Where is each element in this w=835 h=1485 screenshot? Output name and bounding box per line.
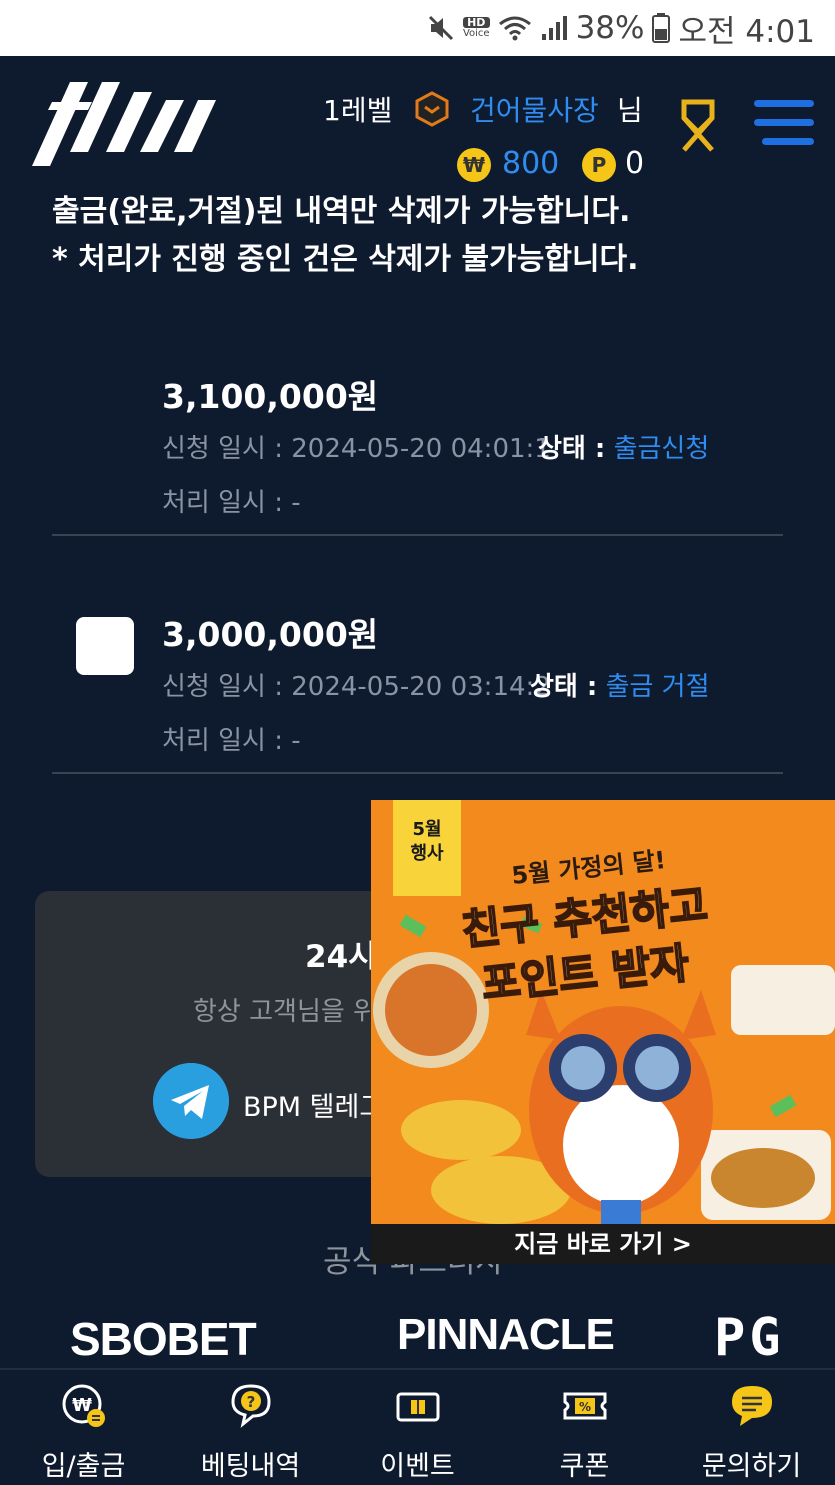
status-value: 출금 거절	[605, 672, 710, 702]
clock: 오전 4:01	[678, 13, 815, 50]
menu-line	[754, 119, 814, 126]
record-status: 상태 : 출금신청	[538, 428, 709, 465]
deposit-withdraw-icon: ₩	[62, 1384, 105, 1427]
nav-deposit-withdraw[interactable]: ₩ 입/출금	[0, 1370, 167, 1485]
point-balance: 0	[625, 146, 645, 181]
nav-inquiry[interactable]: 문의하기	[668, 1370, 835, 1485]
support-subtitle: 항상 고객님을 위	[193, 997, 377, 1027]
record-divider	[52, 772, 783, 774]
support-title: 24시	[305, 939, 377, 975]
sbobet-logo: SBOBET	[70, 1313, 257, 1365]
notice-delete-rule: 출금(완료,거절)된 내역만 삭제가 가능합니다.	[52, 194, 631, 229]
status-value: 출금신청	[613, 434, 710, 464]
status-label: 상태 :	[538, 434, 606, 464]
telegram-icon[interactable]	[153, 1063, 229, 1139]
coupon-icon: %	[563, 1392, 607, 1420]
svg-text:%: %	[579, 1400, 591, 1414]
wifi-icon	[498, 16, 531, 41]
honorific: 님	[617, 94, 643, 127]
event-gift-icon	[396, 1392, 440, 1422]
status-icons: HD Voice 38% 오전 4:01	[427, 8, 815, 50]
nav-label: 입/출금	[41, 1451, 126, 1482]
ad-cta-bar[interactable]: 지금 바로 가기 >	[371, 1224, 835, 1264]
hd-label: HD	[462, 17, 490, 28]
voice-label: Voice	[462, 28, 490, 39]
site-header: 1레벨 건어물사장 님 ₩ 800 P 0	[0, 56, 835, 186]
partner-logos: SBOBET PINNACLE PG	[0, 1300, 835, 1370]
nav-label: 베팅내역	[200, 1451, 301, 1482]
mute-icon	[428, 15, 454, 41]
nav-label: 이벤트	[380, 1451, 455, 1482]
nav-betting-history[interactable]: ? 베팅내역	[167, 1370, 334, 1485]
record-amount: 3,000,000원	[162, 615, 379, 654]
event-popup-ad[interactable]: 5월 행사 5월 가정의 달! 친구 추천하고 포인트 받자 지금 바로 가기 …	[371, 800, 835, 1264]
record-status: 상태 : 출금 거절	[530, 666, 710, 703]
betting-history-icon: ?	[231, 1384, 271, 1428]
inquiry-chat-icon	[732, 1386, 772, 1426]
username[interactable]: 건어물사장	[470, 89, 599, 129]
status-bar: HD Voice 38% 오전 4:01	[0, 0, 835, 56]
menu-line	[754, 100, 814, 107]
status-label: 상태 :	[530, 672, 598, 702]
record-amount: 3,100,000원	[162, 377, 379, 416]
delete-checkbox[interactable]	[76, 617, 134, 675]
nav-coupon[interactable]: % 쿠폰	[501, 1370, 668, 1485]
nav-event[interactable]: 이벤트	[334, 1370, 501, 1485]
pg-logo: PG	[714, 1308, 785, 1368]
nav-label: 문의하기	[701, 1451, 802, 1482]
ad-month-tag: 5월 행사	[393, 800, 461, 896]
pinnacle-logo: PINNACLE	[397, 1310, 615, 1359]
bottom-nav: ₩ 입/출금 ? 베팅내역 이벤트 % 쿠폰 문의하기	[0, 1368, 835, 1485]
point-coin-icon: P	[582, 148, 616, 182]
withdrawal-record[interactable]: 3,100,000원 신청 일시 : 2024-05-20 04:01:1 상태…	[0, 360, 835, 540]
withdrawal-record[interactable]: 3,000,000원 신청 일시 : 2024-05-20 03:14:2 상태…	[0, 598, 835, 778]
battery-percent: 38%	[575, 10, 645, 46]
record-divider	[52, 534, 783, 536]
record-request-time: 신청 일시 : 2024-05-20 04:01:1	[162, 434, 551, 464]
record-request-time: 신청 일시 : 2024-05-20 03:14:2	[162, 672, 551, 702]
hd-voice-icon: HD Voice	[462, 17, 490, 39]
money-coin-icon: ₩	[457, 148, 491, 182]
record-processed-time: 처리 일시 : -	[162, 726, 301, 756]
ad-tag-line: 5월	[412, 819, 442, 840]
nav-label: 쿠폰	[559, 1451, 610, 1482]
svg-text:?: ?	[247, 1393, 256, 1411]
level-badge-icon	[415, 91, 449, 127]
ad-cta-button[interactable]: 지금 바로 가기 >	[514, 1230, 692, 1258]
site-logo[interactable]	[32, 82, 222, 166]
record-processed-time: 처리 일시 : -	[162, 488, 301, 518]
menu-hamburger-icon[interactable]	[754, 100, 814, 146]
money-balance: 800	[502, 146, 560, 181]
menu-line	[762, 138, 814, 145]
battery-icon	[652, 13, 671, 43]
signal-icon	[541, 16, 567, 40]
telegram-link[interactable]: BPM 텔레그	[243, 1085, 384, 1124]
notice-in-progress-rule: * 처리가 진행 중인 건은 삭제가 불가능합니다.	[52, 242, 639, 277]
ad-tag-line: 행사	[410, 843, 444, 864]
ribbon-icon[interactable]	[670, 98, 726, 158]
user-level: 1레벨	[323, 94, 393, 127]
